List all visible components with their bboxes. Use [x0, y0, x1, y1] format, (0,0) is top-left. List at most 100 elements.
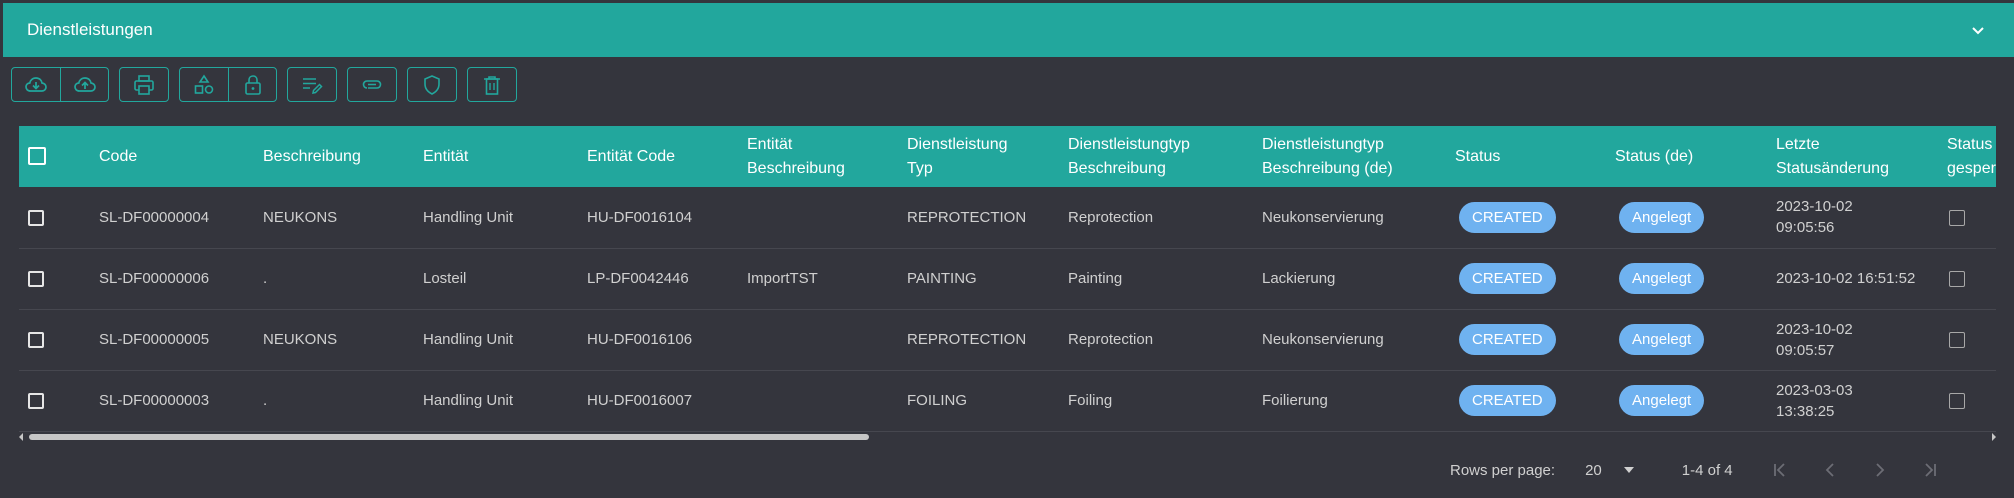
table-row[interactable]: SL-DF00000006 . Losteil LP-DF0042446 Imp…	[19, 248, 1996, 309]
column-header-dienstleistung-typ-label: Dienstleistung Typ	[907, 135, 1008, 177]
cell-typ-beschreibung-de: Foilierung	[1262, 392, 1328, 409]
cell-status-gesperrt	[1947, 370, 1996, 431]
cell-code: SL-DF00000005	[99, 331, 210, 348]
previous-page-button[interactable]	[1805, 452, 1855, 488]
column-header-entitaet-beschreibung-label: Entität Beschreibung	[747, 135, 845, 177]
cell-status-de: Angelegt	[1615, 187, 1776, 248]
scrollbar-thumb[interactable]	[29, 434, 869, 440]
cell-typ-beschreibung-de: Lackierung	[1262, 270, 1336, 287]
column-header-status[interactable]: Status	[1455, 126, 1615, 187]
cell-letzte-aenderung: 2023-10-02 16:51:52	[1776, 248, 1947, 309]
cell-typ-beschreibung: Reprotection	[1068, 331, 1154, 348]
column-header-entitaet-code[interactable]: Entität Code	[587, 126, 747, 187]
print-button[interactable]	[120, 68, 168, 101]
cell-entitaet-code: HU-DF0016104	[587, 208, 693, 226]
cell-entitaet: Losteil	[423, 270, 467, 287]
row-checkbox[interactable]	[28, 271, 44, 288]
cell-typ: REPROTECTION	[907, 331, 1027, 348]
cell-typ-beschreibung-de: Neukonservierung	[1262, 331, 1384, 348]
cell-letzte-aenderung: 2023-03-03 13:38:25	[1776, 370, 1947, 431]
table-row[interactable]: SL-DF00000004 NEUKONS Handling Unit HU-D…	[19, 187, 1996, 248]
next-page-button[interactable]	[1855, 452, 1905, 488]
cell-code: SL-DF00000006	[99, 270, 210, 287]
rows-per-page-select[interactable]: 20	[1585, 462, 1634, 479]
table-row[interactable]: SL-DF00000003 . Handling Unit HU-DF00160…	[19, 370, 1996, 431]
cell-code: SL-DF00000004	[99, 208, 210, 226]
select-all-checkbox[interactable]	[28, 147, 46, 166]
rows-per-page-label: Rows per page:	[1450, 461, 1556, 479]
shield-button[interactable]	[408, 68, 456, 101]
cloud-download-icon	[25, 76, 47, 92]
scroll-right-icon[interactable]	[1992, 433, 1996, 441]
attachment-icon	[362, 79, 382, 89]
column-header-dienstleistung-typ[interactable]: Dienstleistung Typ	[907, 126, 1068, 187]
cell-entitaet-beschreibung	[747, 309, 907, 370]
delete-button[interactable]	[468, 68, 516, 101]
attachment-button[interactable]	[348, 68, 396, 101]
cell-status: CREATED	[1455, 309, 1615, 370]
chevron-down-icon[interactable]	[1968, 20, 1988, 40]
horizontal-scrollbar[interactable]	[19, 432, 1996, 442]
chevron-right-icon	[1875, 463, 1884, 477]
status-locked-checkbox[interactable]	[1949, 209, 1965, 226]
table-header-row: Code Beschreibung Entität Entität Code E…	[19, 126, 1996, 187]
column-header-status-de[interactable]: Status (de)	[1615, 126, 1776, 187]
shapes-icon	[194, 74, 214, 94]
first-page-button[interactable]	[1755, 452, 1805, 488]
row-checkbox[interactable]	[28, 332, 44, 349]
scroll-left-icon[interactable]	[19, 433, 23, 441]
column-header-typ-beschreibung-de[interactable]: Dienstleistungtyp Beschreibung (de)	[1262, 126, 1455, 187]
status-de-badge: Angelegt	[1619, 263, 1705, 294]
cell-status: CREATED	[1455, 248, 1615, 309]
status-locked-checkbox[interactable]	[1949, 332, 1965, 349]
table-row[interactable]: SL-DF00000005 NEUKONS Handling Unit HU-D…	[19, 309, 1996, 370]
chevron-left-icon	[1825, 463, 1834, 477]
download-button[interactable]	[12, 68, 60, 101]
cell-status-gesperrt	[1947, 248, 1996, 309]
cell-entitaet-code: HU-DF0016007	[587, 392, 693, 409]
column-header-typ-beschreibung-de-label: Dienstleistungtyp Beschreibung (de)	[1262, 135, 1393, 177]
trash-icon	[484, 75, 500, 95]
last-page-button[interactable]	[1905, 452, 1955, 488]
row-select-cell	[19, 370, 99, 431]
column-header-code[interactable]: Code	[99, 126, 263, 187]
shapes-button[interactable]	[180, 68, 228, 101]
row-checkbox[interactable]	[28, 209, 44, 226]
data-table-container[interactable]: Code Beschreibung Entität Entität Code E…	[19, 126, 1996, 446]
cell-status-de: Angelegt	[1615, 370, 1776, 431]
toolbar-group-security	[407, 67, 457, 102]
cell-status: CREATED	[1455, 370, 1615, 431]
status-badge: CREATED	[1459, 201, 1556, 233]
edit-list-button[interactable]	[288, 68, 336, 101]
column-header-letzte-statusaenderung[interactable]: Letzte Statusänderung	[1776, 126, 1947, 187]
status-de-badge: Angelegt	[1619, 324, 1705, 355]
cell-typ-beschreibung: Reprotection	[1068, 208, 1154, 226]
status-locked-checkbox[interactable]	[1949, 271, 1965, 288]
column-header-status-gesperrt[interactable]: Status gesperrt	[1947, 126, 1996, 187]
cell-typ: FOILING	[907, 392, 968, 409]
row-checkbox[interactable]	[28, 393, 44, 410]
column-header-letzte-statusaenderung-label: Letzte Statusänderung	[1776, 135, 1889, 177]
column-header-entitaet[interactable]: Entität	[423, 126, 587, 187]
cell-typ: PAINTING	[907, 270, 977, 287]
section-header[interactable]: Dienstleistungen	[3, 3, 2014, 57]
toolbar-group-tools	[179, 67, 277, 102]
cloud-upload-icon	[73, 76, 96, 92]
printer-icon	[134, 74, 154, 95]
column-header-beschreibung[interactable]: Beschreibung	[263, 126, 423, 187]
lock-button[interactable]	[228, 68, 276, 101]
status-locked-checkbox[interactable]	[1949, 393, 1965, 410]
letzte-aenderung-time: 13:38:25	[1776, 402, 1835, 420]
cell-status: CREATED	[1455, 187, 1615, 248]
column-header-entitaet-beschreibung[interactable]: Entität Beschreibung	[747, 126, 907, 187]
column-header-typ-beschreibung[interactable]: Dienstleistungtyp Beschreibung	[1068, 126, 1262, 187]
upload-button[interactable]	[60, 68, 108, 101]
lock-icon	[244, 74, 261, 95]
row-select-cell	[19, 309, 99, 370]
first-page-icon	[1773, 463, 1785, 477]
dropdown-arrow-icon	[1623, 467, 1634, 473]
toolbar	[11, 67, 517, 102]
row-select-cell	[19, 248, 99, 309]
toolbar-group-attach	[347, 67, 397, 102]
rows-per-page-value: 20	[1585, 461, 1602, 479]
